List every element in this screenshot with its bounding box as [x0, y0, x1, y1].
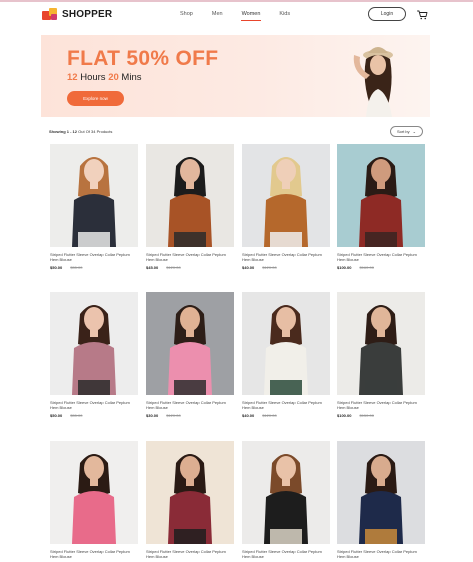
product-prices: $30.00 $120.00 [146, 413, 234, 418]
chevron-down-icon: ⌄ [412, 129, 417, 134]
product-image[interactable] [146, 144, 234, 247]
product-name[interactable]: Striped Flutter Sleeve Overlap Collar Pe… [242, 252, 330, 262]
product-price: $40.00 [242, 413, 255, 418]
product-original-price: $120.00 [166, 413, 181, 418]
timer-hours-label: Hours [80, 72, 106, 83]
product-name[interactable]: Striped Flutter Sleeve Overlap Collar Pe… [50, 549, 138, 559]
product-prices: $40.00 $120.00 [242, 265, 330, 270]
product-image[interactable] [242, 144, 330, 247]
product-card[interactable]: Striped Flutter Sleeve Overlap Collar Pe… [146, 441, 234, 562]
site-header: SHOPPER Shop Men Women Kids Login [0, 2, 473, 28]
product-image[interactable] [50, 144, 138, 247]
product-image[interactable] [337, 441, 425, 544]
product-name[interactable]: Striped Flutter Sleeve Overlap Collar Pe… [146, 252, 234, 262]
product-original-price: $120.00 [262, 413, 277, 418]
timer-hours: 12 [67, 72, 78, 83]
product-prices: $40.00 $120.00 [242, 413, 330, 418]
product-name[interactable]: Striped Flutter Sleeve Overlap Collar Pe… [146, 549, 234, 559]
nav-item-women[interactable]: Women [240, 11, 262, 21]
product-card[interactable]: Striped Flutter Sleeve Overlap Collar Pe… [337, 144, 425, 270]
product-prices: $100.00 $160.00 [337, 265, 425, 270]
product-name[interactable]: Striped Flutter Sleeve Overlap Collar Pe… [337, 252, 425, 262]
product-name[interactable]: Striped Flutter Sleeve Overlap Collar Pe… [242, 549, 330, 559]
product-original-price: $120.00 [262, 265, 277, 270]
nav-item-kids[interactable]: Kids [279, 11, 290, 17]
brand-logo[interactable]: SHOPPER [42, 8, 112, 20]
product-prices: $100.00 $150.00 [337, 413, 425, 418]
product-card[interactable]: Striped Flutter Sleeve Overlap Collar Pe… [242, 292, 330, 418]
brand-name: SHOPPER [62, 8, 113, 20]
product-price: $40.00 [242, 265, 255, 270]
timer-minutes: 20 [108, 72, 119, 83]
product-card[interactable]: Striped Flutter Sleeve Overlap Collar Pe… [50, 144, 138, 270]
product-original-price: $55.00 [70, 265, 83, 270]
product-card[interactable]: Striped Flutter Sleeve Overlap Collar Pe… [146, 144, 234, 270]
product-prices: $50.00 $55.00 [50, 265, 138, 270]
product-price: $50.00 [50, 265, 63, 270]
product-card[interactable]: Striped Flutter Sleeve Overlap Collar Pe… [50, 292, 138, 418]
product-price: $50.00 [50, 413, 63, 418]
banner-model-image [353, 47, 393, 117]
product-price: $100.00 [337, 413, 352, 418]
product-card[interactable]: Striped Flutter Sleeve Overlap Collar Pe… [242, 441, 330, 562]
product-card[interactable]: Striped Flutter Sleeve Overlap Collar Pe… [337, 292, 425, 418]
product-card[interactable]: Striped Flutter Sleeve Overlap Collar Pe… [242, 144, 330, 270]
product-name[interactable]: Striped Flutter Sleeve Overlap Collar Pe… [337, 400, 425, 410]
product-price: $45.00 [146, 265, 159, 270]
product-image[interactable] [242, 292, 330, 395]
product-prices: $45.00 $120.00 [146, 265, 234, 270]
promo-banner: FLAT 50% OFF 12 Hours 20 Mins Explore no… [41, 35, 430, 117]
sort-dropdown[interactable]: Sort by ⌄ [390, 126, 423, 137]
main-nav: Shop Men Women Kids [180, 11, 309, 21]
product-image[interactable] [337, 292, 425, 395]
login-button[interactable]: Login [368, 7, 406, 21]
nav-item-shop[interactable]: Shop [180, 11, 193, 17]
product-card[interactable]: Striped Flutter Sleeve Overlap Collar Pe… [337, 441, 425, 562]
timer-minutes-label: Mins [121, 72, 142, 83]
cart-icon[interactable] [417, 10, 428, 20]
product-name[interactable]: Striped Flutter Sleeve Overlap Collar Pe… [146, 400, 234, 410]
nav-item-men[interactable]: Men [212, 11, 223, 17]
product-name[interactable]: Striped Flutter Sleeve Overlap Collar Pe… [337, 549, 425, 559]
product-original-price: $55.00 [70, 413, 83, 418]
product-name[interactable]: Striped Flutter Sleeve Overlap Collar Pe… [50, 252, 138, 262]
product-original-price: $160.00 [359, 265, 374, 270]
product-card[interactable]: Striped Flutter Sleeve Overlap Collar Pe… [50, 441, 138, 562]
product-prices: $50.00 $55.00 [50, 413, 138, 418]
explore-now-button[interactable]: Explore now [67, 91, 124, 106]
product-image[interactable] [50, 441, 138, 544]
product-price: $100.00 [337, 265, 352, 270]
product-image[interactable] [146, 441, 234, 544]
product-image[interactable] [146, 292, 234, 395]
results-range: Showing 1 - 12 [49, 129, 78, 134]
product-original-price: $150.00 [359, 413, 374, 418]
product-price: $30.00 [146, 413, 159, 418]
product-card[interactable]: Striped Flutter Sleeve Overlap Collar Pe… [146, 292, 234, 418]
product-name[interactable]: Striped Flutter Sleeve Overlap Collar Pe… [50, 400, 138, 410]
product-image[interactable] [337, 144, 425, 247]
sort-label: Sort by [396, 129, 410, 134]
countdown-timer: 12 Hours 20 Mins [67, 72, 141, 83]
product-name[interactable]: Striped Flutter Sleeve Overlap Collar Pe… [242, 400, 330, 410]
results-total: Out Of 34 Products [78, 129, 113, 134]
product-image[interactable] [50, 292, 138, 395]
results-count: Showing 1 - 12 Out Of 34 Products [49, 129, 112, 134]
banner-title: FLAT 50% OFF [67, 47, 219, 70]
product-original-price: $120.00 [166, 265, 181, 270]
product-image[interactable] [242, 441, 330, 544]
shopping-bags-icon [42, 8, 58, 20]
